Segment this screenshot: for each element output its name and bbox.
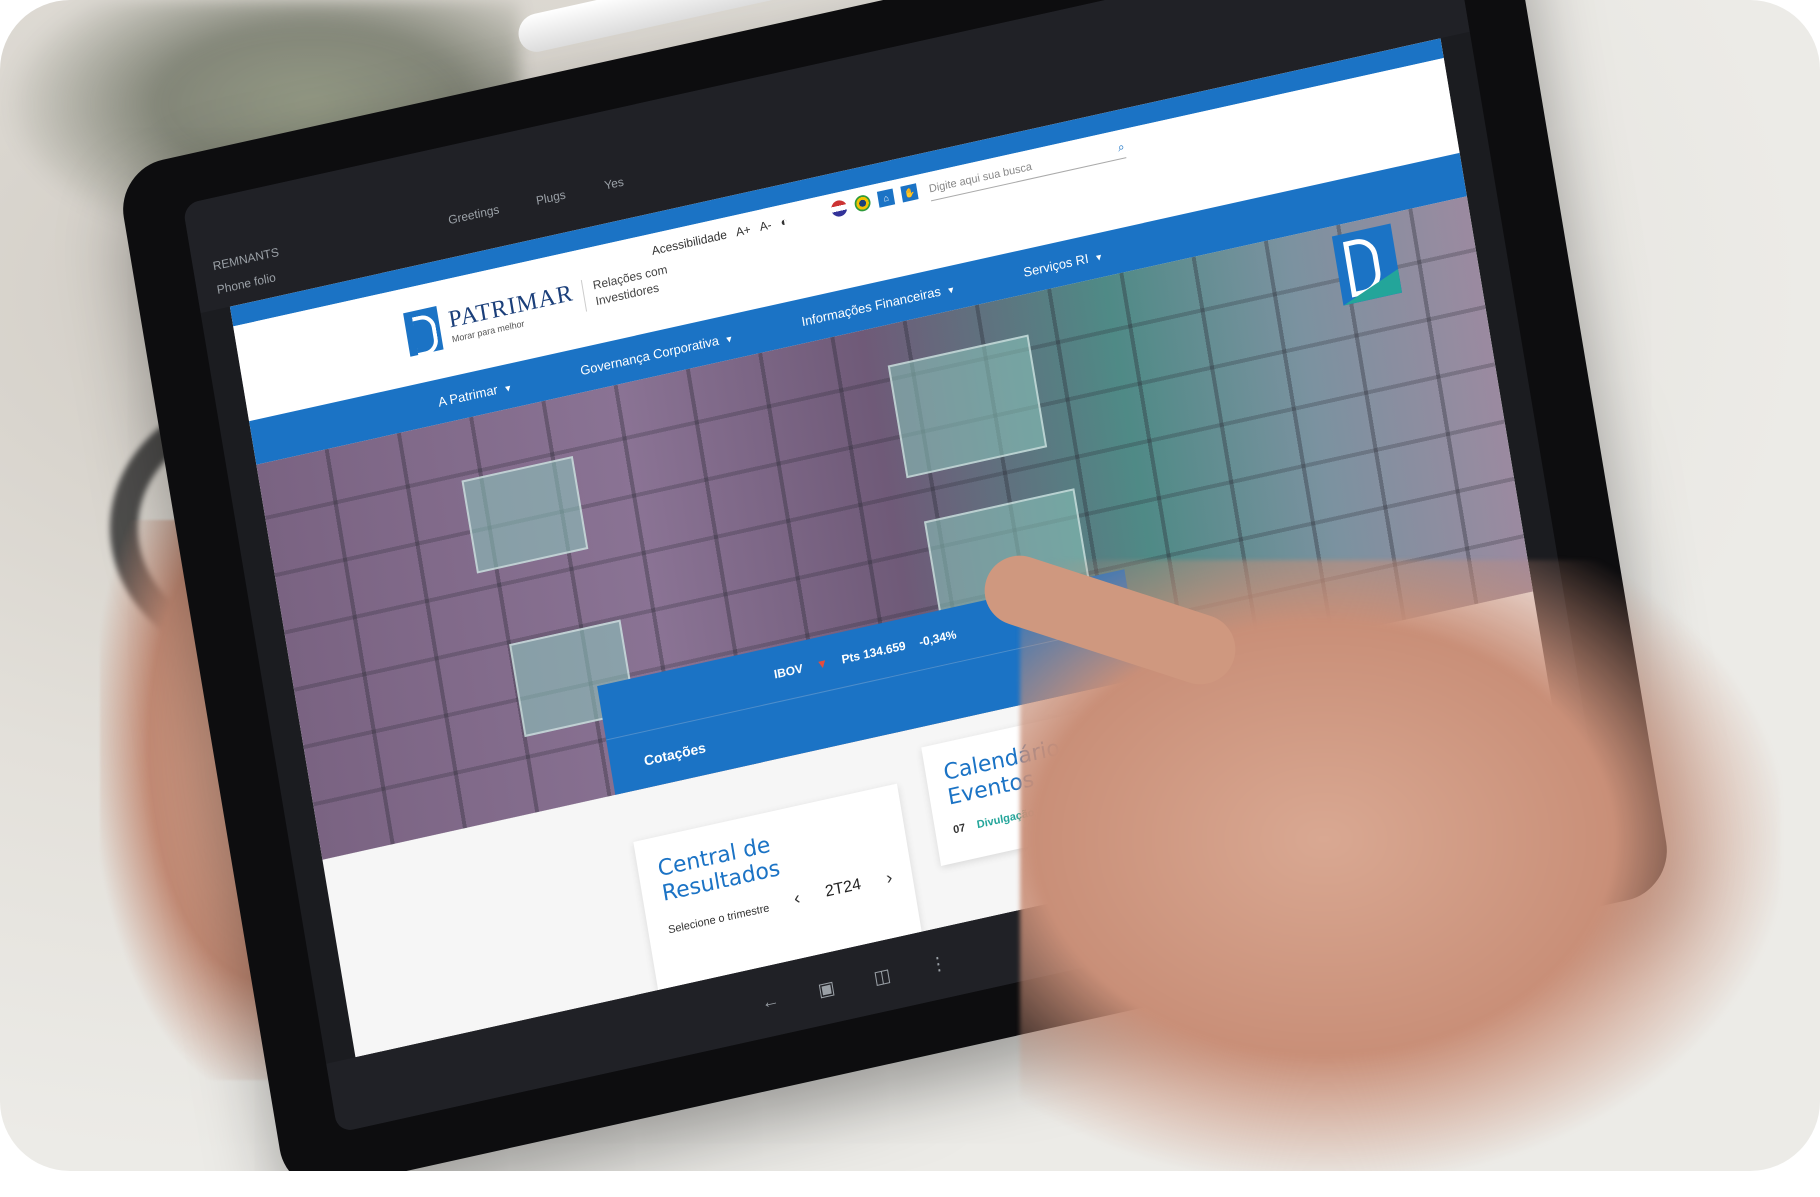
font-increase-button[interactable]: A+: [735, 222, 752, 239]
logo-mark-icon: [403, 305, 444, 357]
arrow-down-icon: ▼: [815, 655, 830, 673]
contrast-icon[interactable]: ◐: [779, 214, 788, 229]
chevron-left-icon[interactable]: ‹: [792, 887, 801, 909]
sign-language-icon[interactable]: ✋: [900, 183, 919, 203]
topbar-tab-1[interactable]: Greetings: [447, 202, 500, 227]
nav-label: Serviços RI: [1022, 250, 1090, 280]
balcony-glass: [887, 334, 1048, 479]
brazil-flag-icon[interactable]: [853, 193, 872, 213]
search-icon[interactable]: ⌕: [1117, 139, 1126, 155]
caret-down-icon: ▼: [945, 283, 957, 296]
topbar-text-1: REMNANTS: [211, 244, 280, 274]
topbar-tab-3[interactable]: Yes: [603, 175, 624, 193]
caret-down-icon: ▼: [1093, 251, 1104, 263]
topbar-tab-2[interactable]: Plugs: [535, 187, 567, 207]
topbar-text-2: Phone folio: [215, 270, 277, 297]
ticker-index: IBOV: [772, 661, 804, 682]
quarter-value: 2T24: [823, 875, 863, 901]
tabs-icon[interactable]: ▣: [816, 976, 836, 1000]
bookmark-icon[interactable]: ◫: [872, 964, 892, 988]
nav-item-servicos-ri[interactable]: Serviços RI ▼: [1022, 247, 1104, 279]
menu-icon[interactable]: ⋮: [928, 952, 949, 977]
us-flag-icon[interactable]: [830, 198, 849, 219]
caret-down-icon: ▼: [502, 382, 514, 394]
back-icon[interactable]: ←: [760, 989, 781, 1014]
font-decrease-button[interactable]: A-: [759, 218, 773, 234]
sitemap-icon[interactable]: ⌂: [876, 188, 896, 208]
balcony-glass: [461, 455, 589, 574]
quotes-title: Cotações: [642, 738, 707, 769]
hero-logo-icon: [1331, 223, 1403, 306]
section-label: Relações com Investidores: [580, 258, 685, 312]
ticker-change: -0,34%: [918, 627, 958, 650]
quarter-select-label: Selecione o trimestre: [667, 901, 771, 936]
accessibility-label: Acessibilidade: [650, 227, 728, 258]
ticker-points: Pts 134.659: [840, 638, 907, 667]
nav-item-a-patrimar[interactable]: A Patrimar ▼: [437, 378, 513, 409]
event-day: 07: [952, 821, 967, 837]
chevron-right-icon[interactable]: ›: [885, 867, 894, 889]
caret-down-icon: ▼: [723, 332, 735, 345]
nav-label: A Patrimar: [436, 381, 499, 410]
